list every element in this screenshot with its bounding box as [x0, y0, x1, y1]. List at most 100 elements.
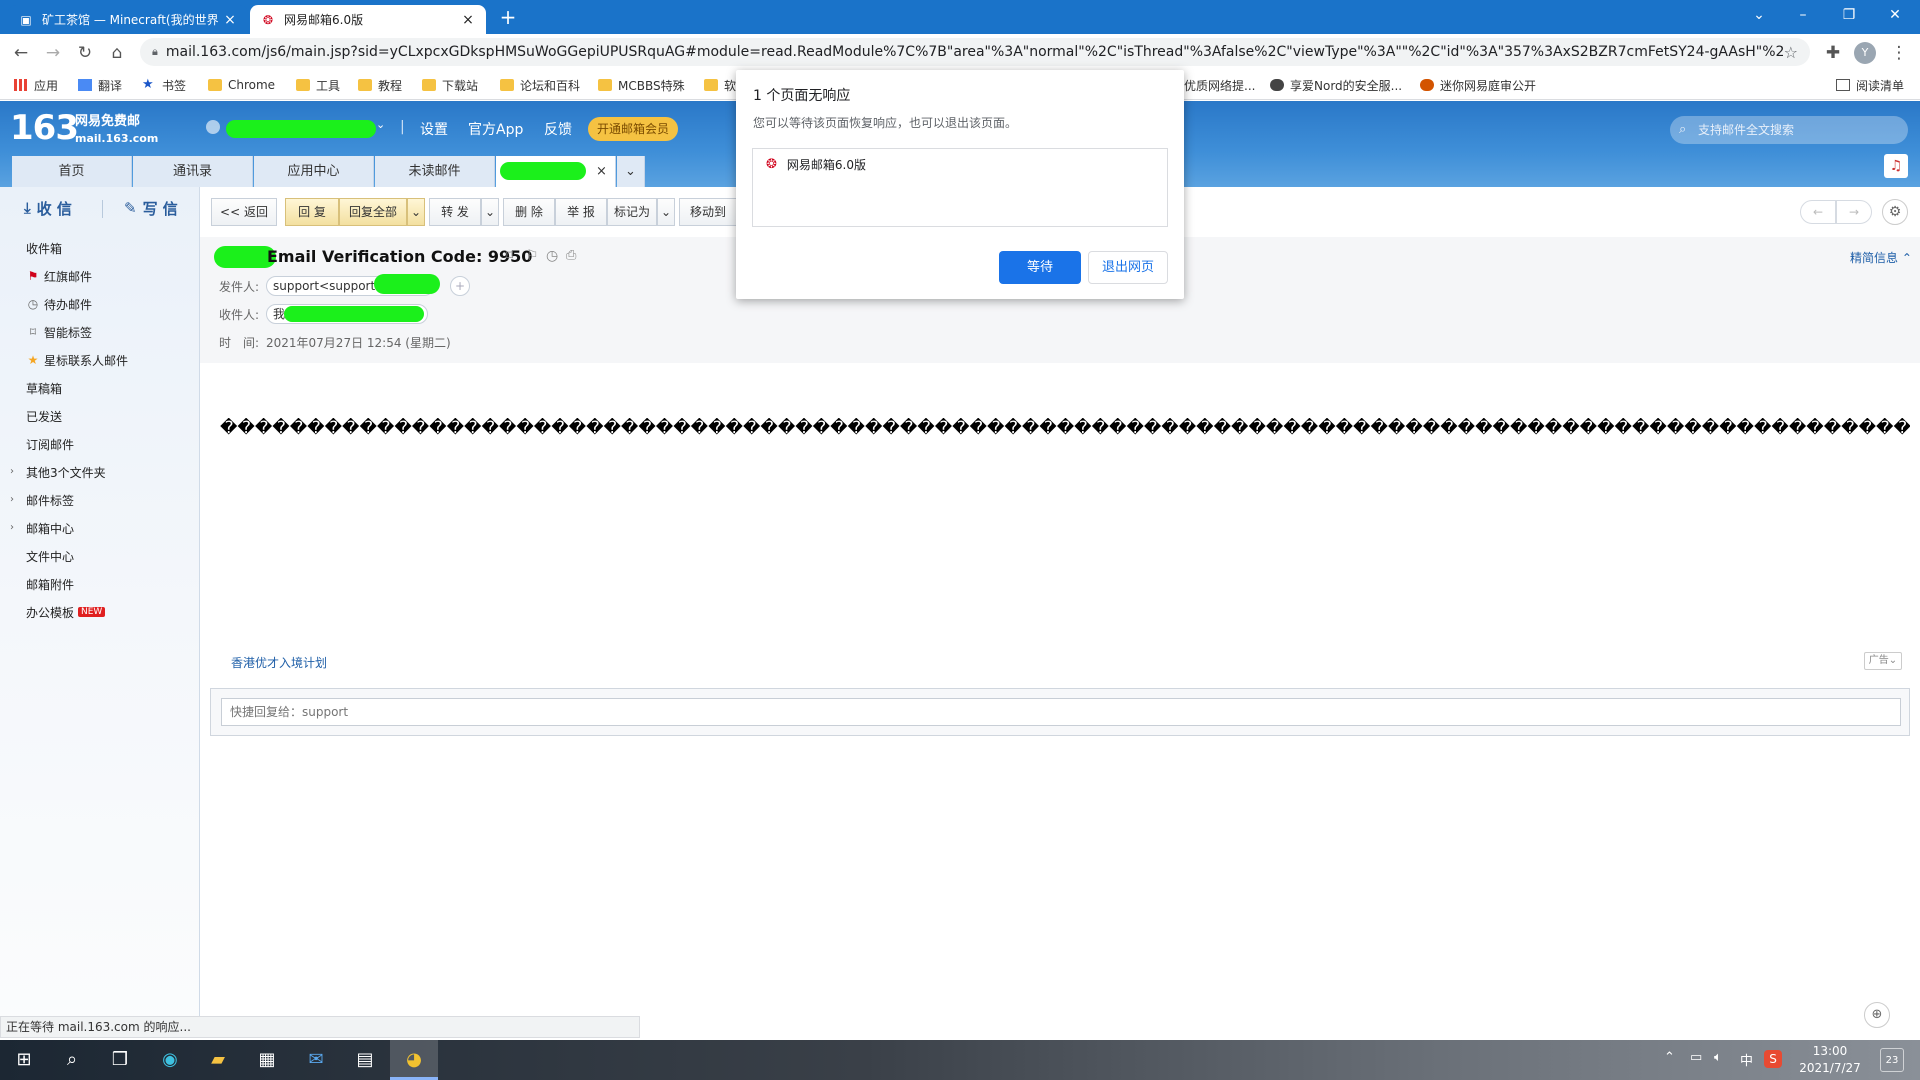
sidebar-item-drafts[interactable]: 草稿箱	[26, 377, 62, 399]
reply-button[interactable]: 回 复	[285, 198, 339, 226]
nav-feedback[interactable]: 反馈	[544, 119, 572, 139]
logo-163[interactable]: 163	[10, 108, 79, 148]
write-mail-button[interactable]: ✎ 写 信	[124, 196, 178, 220]
prev-mail-arrow-icon[interactable]: ←	[1800, 200, 1836, 224]
sidebar-item-other-folders[interactable]: 其他3个文件夹	[26, 461, 106, 483]
ad-link[interactable]: 香港优才入境计划	[231, 654, 327, 671]
sidebar-item-mail-tags[interactable]: 邮件标签	[26, 489, 74, 511]
sidebar-item-smart-tags[interactable]: ⌑ 智能标签	[26, 321, 92, 343]
bookmark-bookmarks[interactable]: ★ 书签	[142, 76, 186, 94]
flag-icon[interactable]: ⚐	[526, 248, 539, 264]
tab-minecraft[interactable]: ▣ 矿工茶馆 — Minecraft(我的世界 ×	[8, 5, 248, 34]
bookmark-folder-software[interactable]: 软	[704, 76, 736, 94]
new-tab-button[interactable]: +	[494, 6, 522, 30]
bookmark-folder-downloads[interactable]: 下载站	[422, 76, 478, 94]
zoom-in-icon[interactable]: ⊕	[1864, 1002, 1890, 1028]
sogou-ime-icon[interactable]: S	[1764, 1050, 1782, 1068]
bookmark-folder-mcbbs[interactable]: MCBBS特殊	[598, 76, 685, 94]
sidebar-item-flagged[interactable]: ⚑ 红旗邮件	[26, 265, 92, 287]
sidebar-item-todo[interactable]: ◷ 待办邮件	[26, 293, 92, 315]
bookmark-folder-forums[interactable]: 论坛和百科	[500, 76, 580, 94]
chevron-down-icon[interactable]: ⌄	[376, 118, 385, 131]
ime-indicator[interactable]: 中	[1740, 1050, 1753, 1069]
profile-avatar[interactable]: Y	[1854, 42, 1876, 64]
close-tab-icon[interactable]: ×	[460, 12, 476, 28]
chrome-icon[interactable]: ◕	[390, 1040, 438, 1080]
edge-browser-icon[interactable]: ◉	[146, 1040, 194, 1080]
expand-caret-icon[interactable]: ›	[10, 494, 14, 505]
home-icon[interactable]: ⌂	[104, 40, 130, 66]
sidebar-item-subscriptions[interactable]: 订阅邮件	[26, 433, 74, 455]
exit-page-button[interactable]: 退出网页	[1088, 251, 1168, 284]
tabs-dropdown-icon[interactable]: ⌄	[617, 156, 645, 187]
bookmark-icon[interactable]: ⌑	[506, 248, 513, 264]
music-note-icon[interactable]: ♫	[1884, 154, 1908, 178]
back-button[interactable]: << 返回	[211, 198, 277, 226]
sidebar-item-starred-contacts[interactable]: ★ 星标联系人邮件	[26, 349, 128, 371]
tab-netease-mail[interactable]: ❂ 网易邮箱6.0版 ×	[250, 5, 486, 34]
delete-button[interactable]: 删 除	[503, 198, 555, 226]
tab-home[interactable]: 首页	[12, 156, 132, 187]
report-button[interactable]: 举 报	[555, 198, 607, 226]
vip-button[interactable]: 开通邮箱会员	[588, 117, 678, 141]
reading-list[interactable]: 阅读清单	[1836, 76, 1904, 94]
close-window-button[interactable]: ✕	[1872, 0, 1918, 30]
mail-icon[interactable]: ✉	[292, 1040, 340, 1080]
app-icon[interactable]: ▤	[341, 1040, 389, 1080]
bookmark-network[interactable]: 优质网络提...	[1184, 76, 1255, 94]
bookmark-court[interactable]: 迷你网易庭审公开	[1420, 76, 1536, 94]
reply-all-dropdown-icon[interactable]: ⌄	[407, 198, 425, 226]
file-explorer-icon[interactable]: ▰	[194, 1040, 242, 1080]
sidebar-item-office-templates[interactable]: 办公模板 NEW	[26, 601, 106, 623]
expand-caret-icon[interactable]: ›	[10, 522, 14, 533]
add-contact-icon[interactable]: +	[450, 276, 470, 296]
restore-button[interactable]: ❐	[1826, 0, 1872, 30]
forward-button[interactable]: 转 发	[429, 198, 481, 226]
forward-arrow-icon[interactable]: →	[40, 40, 66, 66]
forward-dropdown-icon[interactable]: ⌄	[481, 198, 499, 226]
menu-kebab-icon[interactable]: ⋮	[1886, 40, 1912, 66]
bookmark-star-icon[interactable]: ☆	[1784, 43, 1798, 62]
mail-search-input[interactable]: ⌕ 支持邮件全文搜索	[1670, 116, 1908, 144]
sidebar-item-inbox[interactable]: 收件箱	[26, 237, 62, 259]
tab-contacts[interactable]: 通讯录	[133, 156, 253, 187]
back-arrow-icon[interactable]: ←	[8, 40, 34, 66]
sidebar-item-mail-center[interactable]: 邮箱中心	[26, 517, 74, 539]
sidebar-item-file-center[interactable]: 文件中心	[26, 545, 74, 567]
close-tab-icon[interactable]: ×	[222, 12, 238, 28]
next-mail-arrow-icon[interactable]: →	[1836, 200, 1872, 224]
clock-icon[interactable]: ◷	[546, 248, 558, 264]
wait-button[interactable]: 等待	[999, 251, 1081, 284]
move-to-button[interactable]: 移动到	[679, 198, 737, 226]
tab-current-mail[interactable]: ×	[496, 156, 616, 187]
search-icon[interactable]: ⌕	[48, 1040, 96, 1080]
bookmark-folder-tools[interactable]: 工具	[296, 76, 340, 94]
nav-settings[interactable]: 设置	[420, 119, 448, 139]
notifications-badge[interactable]: 23	[1880, 1048, 1904, 1072]
tab-app-center[interactable]: 应用中心	[254, 156, 374, 187]
bookmark-folder-chrome[interactable]: Chrome	[208, 76, 275, 94]
windows-start-icon[interactable]: ⊞	[0, 1040, 48, 1080]
close-tab-icon[interactable]: ×	[596, 156, 607, 187]
ad-tag[interactable]: 广告⌄	[1864, 652, 1902, 670]
extensions-puzzle-icon[interactable]: ✚	[1820, 40, 1846, 66]
bookmark-translate[interactable]: 翻译	[78, 76, 122, 94]
nav-official-app[interactable]: 官方App	[468, 119, 523, 139]
minimize-button[interactable]: –	[1780, 0, 1826, 30]
task-view-icon[interactable]: ❒	[96, 1040, 144, 1080]
bookmark-apps[interactable]: 应用	[14, 76, 58, 94]
store-icon[interactable]: ▦	[243, 1040, 291, 1080]
receive-mail-button[interactable]: ⤓ 收 信	[24, 196, 72, 220]
sidebar-item-sent[interactable]: 已发送	[26, 405, 62, 427]
network-icon[interactable]: ▭	[1690, 1050, 1702, 1065]
bookmark-folder-tutorial[interactable]: 教程	[358, 76, 402, 94]
volume-icon[interactable]: 🔈︎	[1714, 1050, 1722, 1065]
redacted-account-name[interactable]	[226, 120, 376, 138]
print-icon[interactable]: ⎙	[566, 248, 576, 263]
profile-menu-icon[interactable]: ⌄	[1736, 0, 1782, 30]
quick-reply-input[interactable]	[221, 698, 1901, 726]
account-avatar-icon[interactable]	[206, 120, 220, 134]
tab-unread[interactable]: 未读邮件	[375, 156, 495, 187]
mark-as-button[interactable]: 标记为	[607, 198, 657, 226]
sidebar-item-attachments[interactable]: 邮箱附件	[26, 573, 74, 595]
